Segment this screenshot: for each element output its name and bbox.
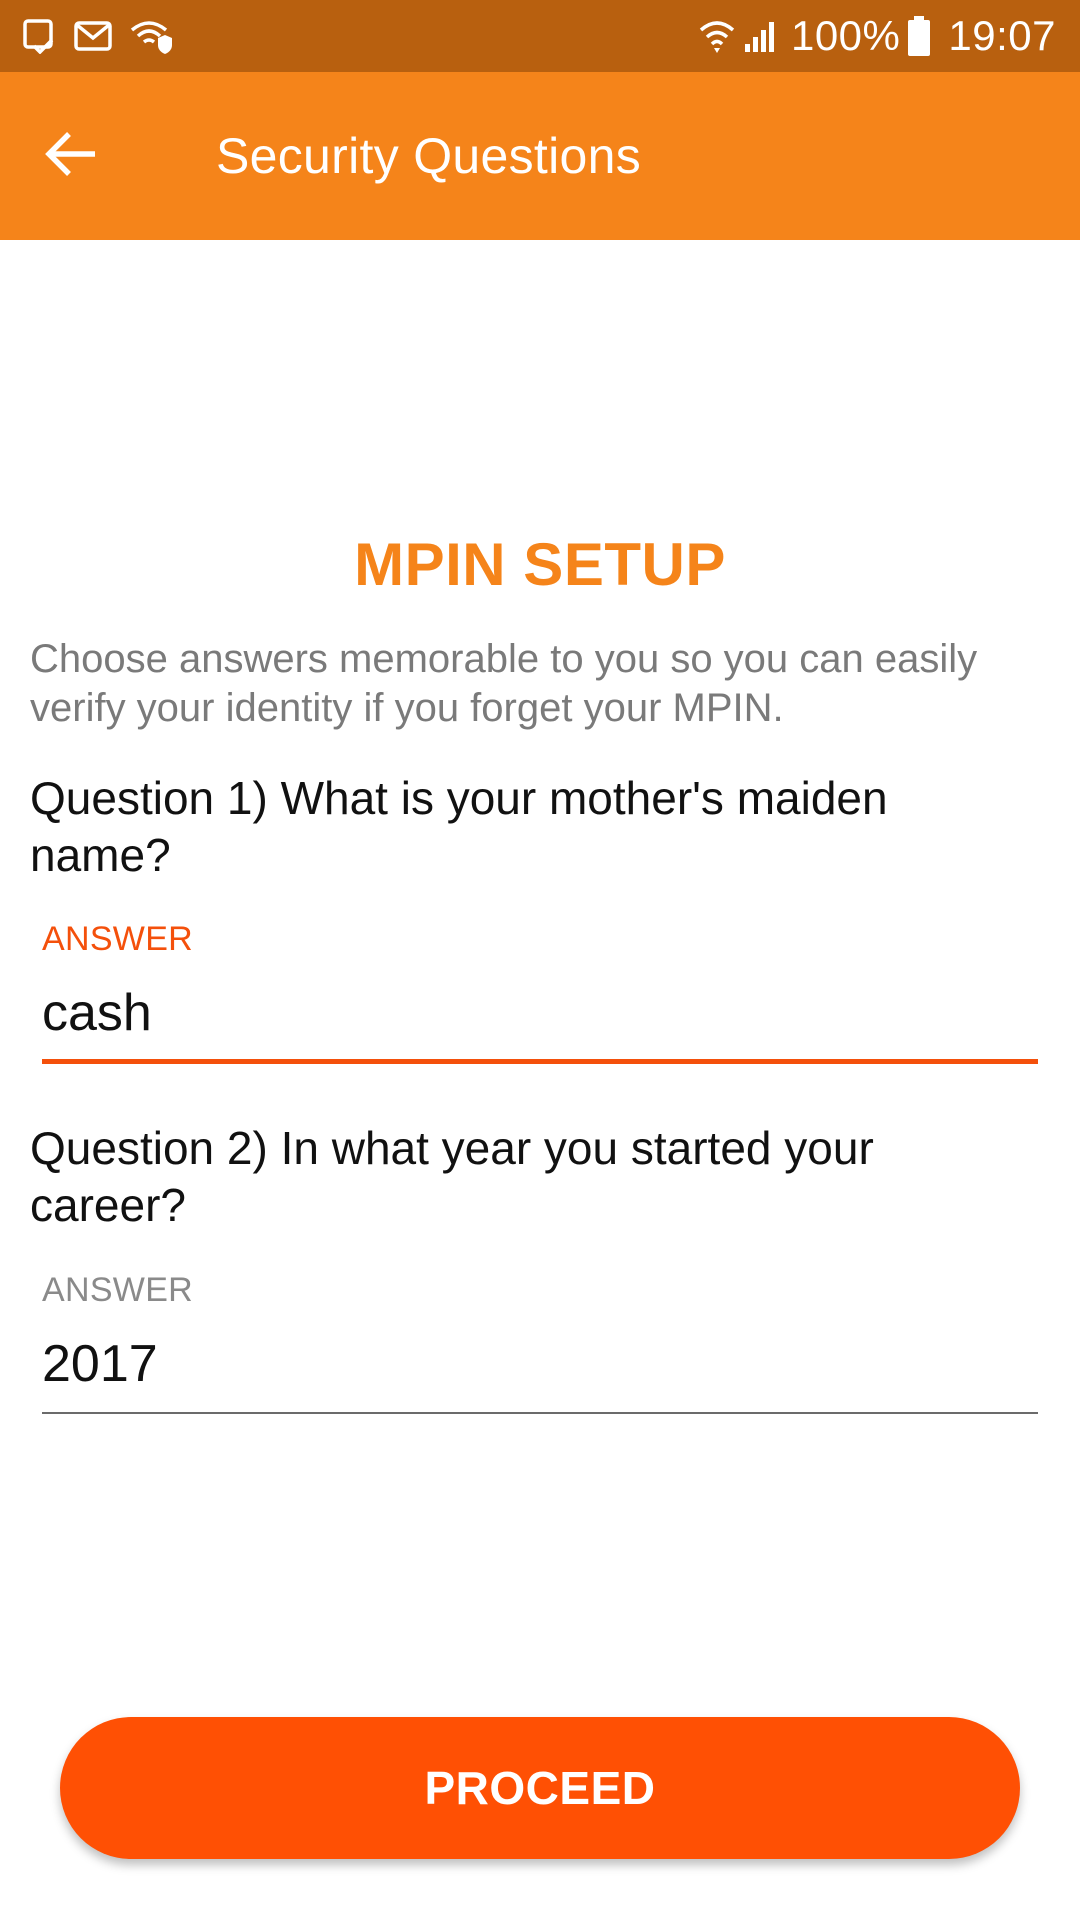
status-right-icons: 100% 19:07 <box>691 12 1056 60</box>
signal-icon <box>743 18 781 54</box>
section-title: MPIN SETUP <box>354 531 726 598</box>
answer-underline-1 <box>42 1059 1038 1064</box>
answer-input-1[interactable] <box>42 981 1038 1045</box>
wifi-icon <box>699 18 735 54</box>
answer-label-2: ANSWER <box>42 1271 194 1309</box>
wifi-shield-icon <box>130 18 172 54</box>
battery-icon <box>908 16 931 56</box>
page-title: Security Questions <box>216 128 642 184</box>
clock: 19:07 <box>948 12 1056 59</box>
tablet-check-icon <box>22 18 56 54</box>
proceed-button[interactable]: PROCEED <box>60 1717 1020 1859</box>
answer-input-2[interactable] <box>42 1332 1038 1396</box>
status-left-icons <box>22 18 190 54</box>
back-button[interactable] <box>28 112 116 200</box>
arrow-left-icon <box>45 131 99 182</box>
answer-underline-2 <box>42 1412 1038 1414</box>
gmail-icon <box>74 21 112 51</box>
answer-label-1: ANSWER <box>42 920 194 958</box>
status-bar: 100% 19:07 <box>0 0 1080 72</box>
app-bar: Security Questions <box>0 72 1080 240</box>
question-2: Question 2) In what year you started you… <box>30 1122 874 1231</box>
question-1: Question 1) What is your mother's maiden… <box>30 772 888 881</box>
battery-percent: 100% <box>790 12 901 59</box>
answer-field-2[interactable]: ANSWER <box>42 1271 1038 1414</box>
answer-field-1[interactable]: ANSWER <box>42 920 1038 1064</box>
intro-text: Choose answers memorable to you so you c… <box>30 637 978 730</box>
